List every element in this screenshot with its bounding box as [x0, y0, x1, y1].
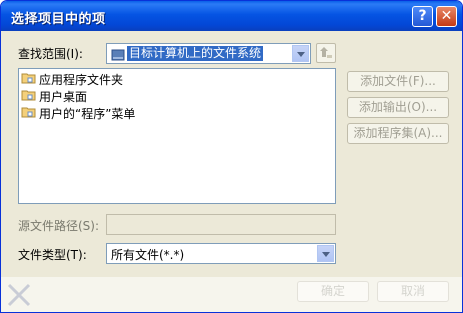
list-item[interactable]: 用户的“程序”菜单 [21, 105, 135, 121]
add-file-button[interactable]: 添加文件(F)... [347, 71, 449, 92]
source-path-field[interactable] [106, 214, 336, 235]
dialog-title: 选择项目中的项 [11, 12, 106, 27]
watermark-x-icon [7, 283, 31, 307]
add-assembly-button[interactable]: 添加程序集(A)... [347, 123, 449, 144]
up-one-level-button[interactable] [316, 43, 336, 63]
lookin-dropdown[interactable]: 目标计算机上的文件系统 [106, 43, 311, 64]
folder-special-icon [21, 105, 37, 122]
source-path-label: 源文件路径(S): [18, 219, 100, 233]
chevron-down-icon[interactable] [292, 45, 309, 62]
lookin-label: 查找范围(I): [18, 47, 83, 61]
dialog-window: 选择项目中的项 ? ✕ 查找范围(I): 目标计算机上的文件系统 应用程序文件夹… [0, 0, 463, 313]
folder-list[interactable]: 应用程序文件夹 用户桌面 用户的“程序”菜单 [18, 68, 336, 204]
watermark-overlay [1, 277, 462, 312]
file-type-value: 所有文件(*.*) [111, 248, 185, 262]
help-button[interactable]: ? [412, 6, 433, 27]
list-item[interactable]: 用户桌面 [21, 88, 87, 104]
up-folder-icon [320, 47, 332, 58]
list-item-label: 用户的“程序”菜单 [39, 107, 136, 121]
chevron-down-icon[interactable] [317, 245, 334, 262]
list-item-label: 用户桌面 [39, 90, 88, 104]
file-type-label: 文件类型(T): [18, 248, 87, 262]
folder-special-icon [21, 71, 37, 88]
lookin-selected-value: 目标计算机上的文件系统 [127, 46, 264, 61]
title-bar[interactable]: 选择项目中的项 ? ✕ [1, 1, 462, 31]
folder-special-icon [21, 88, 37, 105]
add-output-button[interactable]: 添加输出(O)... [347, 97, 449, 118]
list-item-label: 应用程序文件夹 [39, 73, 124, 87]
file-type-dropdown[interactable]: 所有文件(*.*) [106, 243, 336, 264]
drive-icon [111, 47, 125, 66]
list-item[interactable]: 应用程序文件夹 [21, 71, 123, 87]
close-button[interactable]: ✕ [436, 6, 457, 27]
